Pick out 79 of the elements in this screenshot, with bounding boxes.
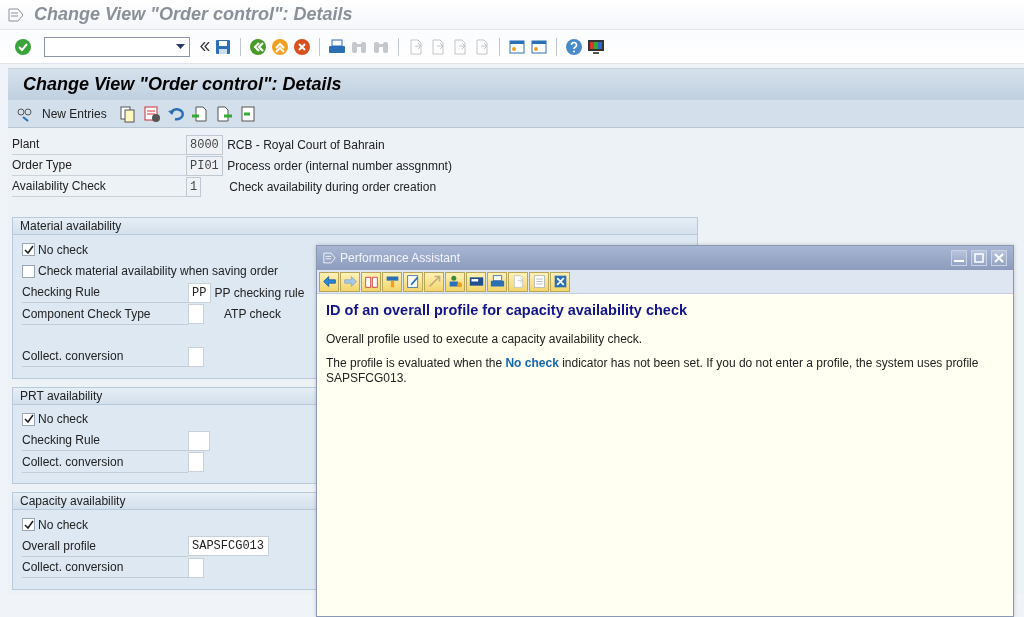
checkbox-label: No check <box>38 516 89 534</box>
back-button[interactable] <box>319 271 339 292</box>
book-icon <box>363 274 379 289</box>
checkbox-label: No check <box>38 241 89 259</box>
screen-icon <box>468 274 484 289</box>
caret-icon[interactable] <box>176 44 185 49</box>
monitor-icon[interactable] <box>587 37 605 56</box>
input-field[interactable] <box>188 346 204 367</box>
field-description: PP checking rule <box>213 284 305 302</box>
value-field[interactable]: PI01 <box>186 155 224 176</box>
close-icon <box>552 274 568 289</box>
close-icon <box>993 252 1005 264</box>
enter-icon[interactable] <box>14 37 32 56</box>
window-menu-icon[interactable] <box>8 7 24 22</box>
dialog-title: Performance Assistant <box>340 250 462 267</box>
exit-icon[interactable] <box>271 37 289 56</box>
close-button[interactable] <box>550 271 570 292</box>
delete-icon[interactable] <box>142 104 161 123</box>
forward-icon <box>342 274 358 289</box>
input-field[interactable] <box>188 304 204 325</box>
field-label: Availability Check <box>12 176 186 197</box>
user-icon <box>447 274 463 289</box>
document-button[interactable] <box>529 271 549 292</box>
group-title: Material availability <box>13 218 697 235</box>
close-button[interactable] <box>991 250 1007 266</box>
link-button[interactable] <box>424 271 444 292</box>
minimize-icon <box>954 260 964 262</box>
forward-button[interactable] <box>340 271 360 292</box>
field-description: RCB - Royal Court of Bahrain <box>226 136 385 154</box>
checkbox[interactable] <box>22 412 35 426</box>
screen-button[interactable] <box>466 271 486 292</box>
help-paragraph: The profile is evaluated when the No check indicator has not been set. If you do not enter a profile, the system uses profile SAPSFCG013. <box>326 356 980 387</box>
print-button[interactable] <box>487 271 507 292</box>
edit-button[interactable] <box>403 271 423 292</box>
input-field[interactable] <box>188 557 204 578</box>
link-icon <box>426 274 442 289</box>
field-description: Check availability during order creation <box>228 178 437 196</box>
maximize-button[interactable] <box>971 250 987 266</box>
back-icon[interactable] <box>249 37 267 56</box>
new-entries-button[interactable]: New Entries <box>40 104 113 123</box>
field-description: Process order (internal number assgnmnt) <box>226 157 452 175</box>
collapse-icon[interactable] <box>200 42 210 51</box>
checkbox-label: Check material availability when saving order <box>38 263 279 281</box>
window-title: Change View "Order control": Details <box>34 3 353 26</box>
document-icon <box>531 274 547 289</box>
field-label: Plant <box>12 134 186 155</box>
input-field[interactable] <box>188 452 204 473</box>
checkbox[interactable] <box>22 243 35 257</box>
help-heading: ID of an overall profile for capacity availability check <box>326 302 689 320</box>
edit-icon <box>405 274 421 289</box>
input-field[interactable]: SAPSFCG013 <box>188 536 269 557</box>
command-field[interactable] <box>44 36 190 57</box>
copy-icon[interactable] <box>118 104 137 123</box>
field-label: Order Type <box>12 155 186 176</box>
maximize-icon <box>973 252 985 264</box>
new-session-icon[interactable] <box>508 37 526 56</box>
user-button[interactable] <box>445 271 465 292</box>
screen-title: Change View "Order control": Details <box>23 73 342 96</box>
print-icon[interactable] <box>328 37 346 56</box>
value-field[interactable]: 8000 <box>186 134 224 155</box>
value-field[interactable]: 1 <box>186 176 202 197</box>
next-entry-icon[interactable] <box>214 104 233 123</box>
help-paragraph: Overall profile used to execute a capacity availability check. <box>326 332 644 348</box>
print-icon <box>489 274 505 289</box>
save-icon[interactable] <box>214 37 232 56</box>
book-button[interactable] <box>361 271 381 292</box>
input-field[interactable]: PP <box>188 282 211 303</box>
field-description: ATP check <box>223 306 281 324</box>
minimize-button[interactable] <box>951 250 967 266</box>
back-icon <box>321 274 337 289</box>
cancel-icon[interactable] <box>293 37 311 56</box>
document-button[interactable] <box>508 271 528 292</box>
help-icon[interactable] <box>565 37 583 56</box>
checkbox[interactable] <box>22 264 35 278</box>
checkbox[interactable] <box>22 518 35 532</box>
checkbox-label: No check <box>38 411 89 429</box>
input-field[interactable] <box>188 430 210 451</box>
previous-entry-icon[interactable] <box>190 104 209 123</box>
shortcut-icon[interactable] <box>530 37 548 56</box>
